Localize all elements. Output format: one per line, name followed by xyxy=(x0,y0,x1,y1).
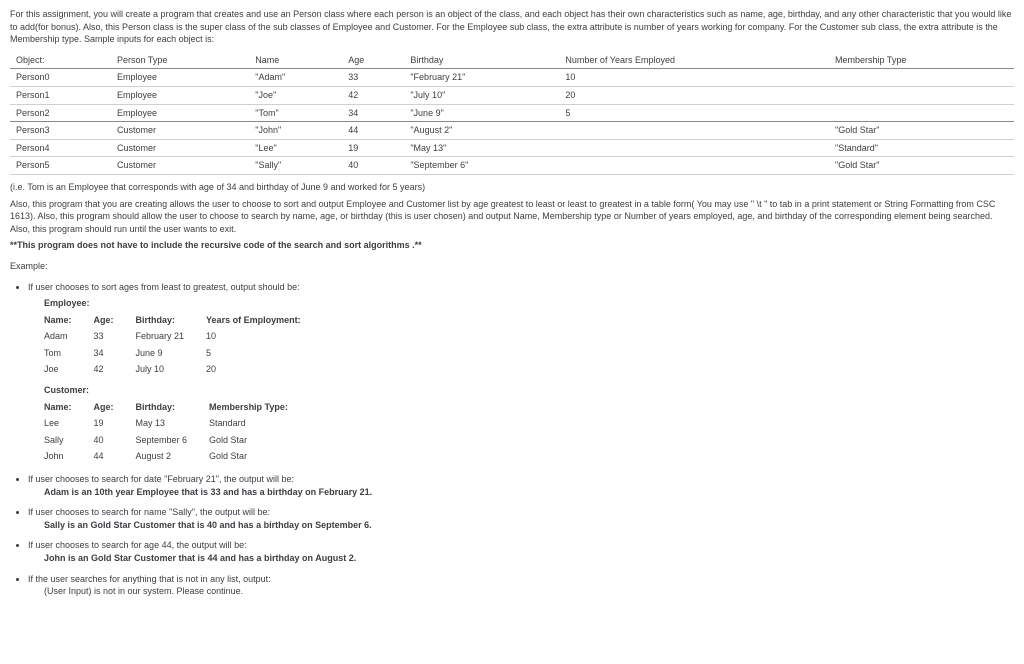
employee-table: Name:Age:Birthday:Years of Employment: A… xyxy=(44,312,323,378)
output-text: Adam is an 10th year Employee that is 33… xyxy=(44,486,1014,499)
bullet-sort-text: If user chooses to sort ages from least … xyxy=(28,282,300,292)
output-text: Sally is an Gold Star Customer that is 4… xyxy=(44,519,1014,532)
customer-table: Name:Age:Birthday:Membership Type: Lee19… xyxy=(44,399,310,465)
note-program-desc: Also, this program that you are creating… xyxy=(10,198,1014,236)
example-label: Example: xyxy=(10,260,1014,273)
note-example-tom: (i.e. Tom is an Employee that correspond… xyxy=(10,181,1014,194)
bullet-text: If the user searches for anything that i… xyxy=(28,574,271,584)
bullet-search-age: If user chooses to search for age 44, th… xyxy=(28,539,1014,564)
col-type: Person Type xyxy=(111,52,249,69)
sample-table: Object: Person Type Name Age Birthday Nu… xyxy=(10,52,1014,175)
table-row: Person2Employee"Tom"34"June 9"5 xyxy=(10,104,1014,122)
table-row: Person4Customer"Lee"19"May 13""Standard" xyxy=(10,139,1014,157)
bullet-search-date: If user chooses to search for date "Febr… xyxy=(28,473,1014,498)
bullet-sort: If user chooses to sort ages from least … xyxy=(28,281,1014,466)
bullet-text: If user chooses to search for date "Febr… xyxy=(28,474,294,484)
col-birthday: Birthday xyxy=(404,52,559,69)
col-years: Number of Years Employed xyxy=(559,52,829,69)
table-row: Person0Employee"Adam"33"February 21"10 xyxy=(10,69,1014,87)
col-name: Name xyxy=(249,52,342,69)
table-row: Adam33February 2110 xyxy=(44,328,323,345)
col-membership: Membership Type xyxy=(829,52,1014,69)
table-row: John44August 2Gold Star xyxy=(44,448,310,465)
bullet-text: If user chooses to search for name "Sall… xyxy=(28,507,270,517)
output-text: (User Input) is not in our system. Pleas… xyxy=(44,585,1014,598)
table-row: Person1Employee"Joe"42"July 10"20 xyxy=(10,86,1014,104)
bullet-search-name: If user chooses to search for name "Sall… xyxy=(28,506,1014,531)
table-row: Sally40September 6Gold Star xyxy=(44,432,310,449)
table-row: Person3Customer"John"44"August 2""Gold S… xyxy=(10,122,1014,140)
bullet-text: If user chooses to search for age 44, th… xyxy=(28,540,247,550)
bullet-search-notfound: If the user searches for anything that i… xyxy=(28,573,1014,598)
table-row: Tom34June 95 xyxy=(44,345,323,362)
assignment-intro: For this assignment, you will create a p… xyxy=(10,8,1014,46)
col-age: Age xyxy=(342,52,404,69)
note-recursive: **This program does not have to include … xyxy=(10,239,1014,252)
table-row: Person5Customer"Sally"40"September 6""Go… xyxy=(10,157,1014,175)
table-row: Joe42July 1020 xyxy=(44,361,323,378)
employee-label: Employee: xyxy=(44,297,1014,310)
table-row: Lee19May 13Standard xyxy=(44,415,310,432)
customer-label: Customer: xyxy=(44,384,1014,397)
col-object: Object: xyxy=(10,52,111,69)
output-text: John is an Gold Star Customer that is 44… xyxy=(44,552,1014,565)
